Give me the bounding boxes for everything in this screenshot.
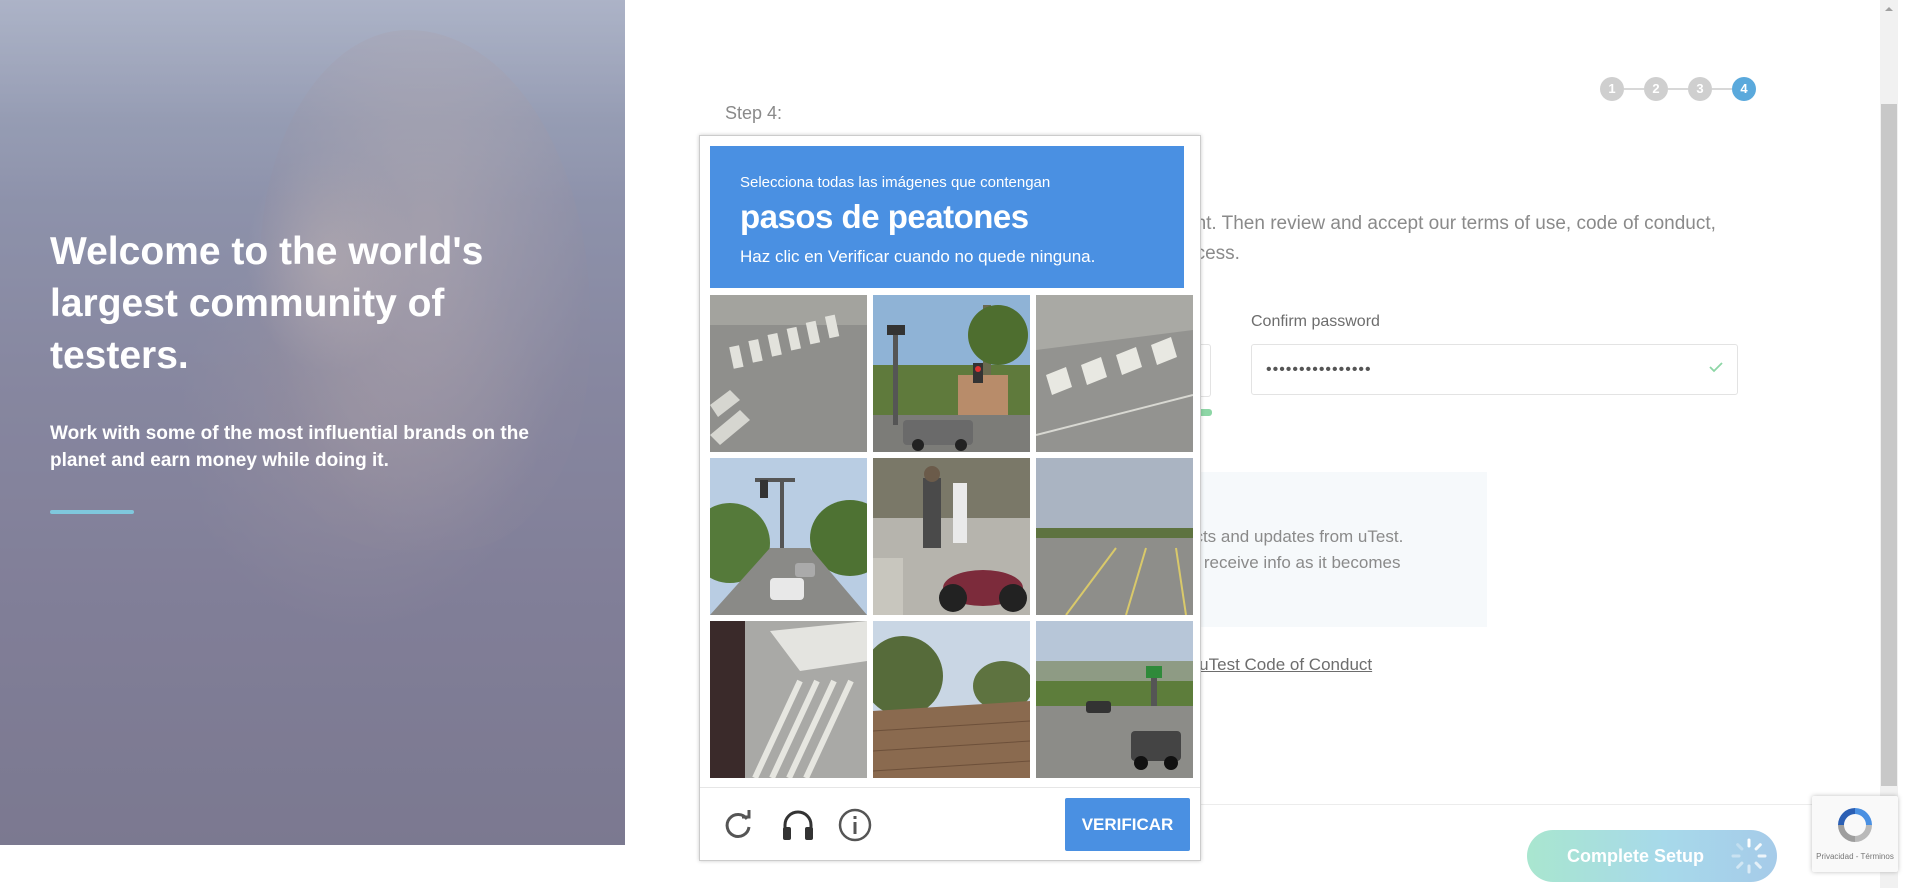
step-3: 3 — [1688, 77, 1712, 101]
captcha-target: pasos de peatones — [740, 198, 1029, 235]
newsletter-line-2: to receive info as it becomes — [1185, 553, 1401, 572]
confirm-password-field[interactable] — [1251, 344, 1738, 395]
step-2: 2 — [1644, 77, 1668, 101]
captcha-tile-street-traffic-light-truck[interactable] — [873, 295, 1030, 452]
hero-accent-line — [50, 510, 134, 514]
audio-icon[interactable] — [780, 807, 816, 843]
step-connector — [1668, 88, 1688, 90]
page-bottom-strip — [0, 845, 625, 888]
captcha-tile-road-with-cars[interactable] — [710, 458, 867, 615]
captcha-footer: VERIFICAR — [700, 787, 1200, 861]
recaptcha-badge[interactable]: Privacidad - Términos — [1812, 796, 1898, 872]
captcha-tile-crosswalk-stripes[interactable] — [1036, 295, 1193, 452]
check-icon — [1709, 362, 1723, 373]
captcha-image-grid — [710, 295, 1193, 778]
scroll-up-arrow-icon[interactable] — [1884, 4, 1894, 14]
hero-title: Welcome to the world's largest community… — [50, 230, 484, 377]
reload-icon[interactable] — [720, 807, 756, 843]
newsletter-line-1: ects and updates from uTest. — [1185, 527, 1404, 546]
newsletter-text: ects and updates from uTest. to receive … — [1185, 524, 1515, 576]
captcha-tile-crosswalk-asphalt[interactable] — [710, 295, 867, 452]
captcha-tile-parking-lot[interactable] — [1036, 458, 1193, 615]
step-4-active: 4 — [1732, 77, 1756, 101]
intro-line-1: unt. Then review and accept our terms of… — [1185, 213, 1716, 234]
hero-panel: Welcome to the world's largest community… — [0, 0, 625, 845]
step-label: Step 4: — [725, 103, 783, 123]
divider — [1185, 804, 1840, 805]
hero-subtitle: Work with some of the most influential b… — [50, 423, 529, 471]
captcha-header: Selecciona todas las imágenes que conten… — [710, 146, 1184, 288]
captcha-tile-rooftop-trees[interactable] — [873, 621, 1030, 778]
captcha-hint: Haz clic en Verificar cuando no quede ni… — [740, 247, 1096, 266]
captcha-dialog: Selecciona todas las imágenes que conten… — [699, 135, 1201, 861]
step-connector — [1712, 88, 1732, 90]
intro-text: unt. Then review and accept our terms of… — [1185, 209, 1785, 269]
captcha-tile-sidewalk-motorcycle[interactable] — [873, 458, 1030, 615]
captcha-tile-road-with-truck[interactable] — [1036, 621, 1193, 778]
step-connector — [1624, 88, 1644, 90]
recaptcha-logo-icon — [1838, 808, 1872, 842]
captcha-instruction: Selecciona todas las imágenes que conten… — [740, 174, 1051, 191]
spinner-icon — [1731, 838, 1767, 874]
intro-line-2: ocess. — [1185, 243, 1240, 264]
step-indicator: 1 2 3 4 — [1600, 77, 1770, 101]
step-1: 1 — [1600, 77, 1624, 101]
captcha-tile-crosswalk-closeup[interactable] — [710, 621, 867, 778]
info-icon[interactable] — [837, 807, 873, 843]
confirm-password-label: Confirm password — [1251, 313, 1380, 330]
verify-button[interactable]: VERIFICAR — [1065, 798, 1190, 851]
scrollbar-thumb[interactable] — [1881, 104, 1897, 786]
recaptcha-terms[interactable]: Privacidad - Términos — [1812, 852, 1898, 861]
code-of-conduct-link[interactable]: e uTest Code of Conduct — [1185, 655, 1372, 675]
